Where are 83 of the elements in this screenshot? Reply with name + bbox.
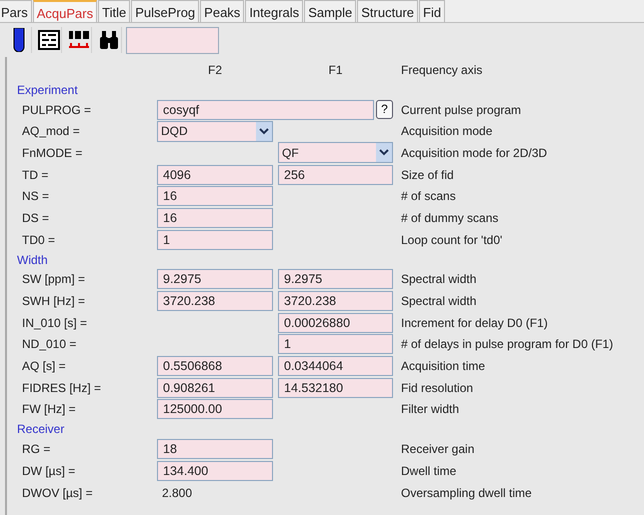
tab[interactable]: PulseProg: [131, 0, 200, 22]
toolbar-button[interactable]: [36, 27, 62, 53]
value-field[interactable]: 3720.238: [157, 291, 273, 312]
dropdown-value: QF: [282, 144, 299, 162]
tab[interactable]: Title: [98, 0, 130, 22]
chevron-down-icon: [259, 128, 269, 135]
parameter-label: DW [µs] =: [21, 462, 76, 480]
search-field[interactable]: [126, 26, 219, 54]
parameter-label: TD =: [21, 166, 50, 184]
parameter-description: Current pulse program: [401, 102, 522, 119]
tab[interactable]: Integrals: [245, 0, 304, 22]
column-header: F2: [206, 62, 223, 79]
tab[interactable]: Structure: [357, 0, 418, 22]
value-field[interactable]: cosyqf: [157, 100, 374, 120]
value-field[interactable]: 18: [157, 439, 273, 460]
parameter-label: AQ_mod =: [21, 123, 81, 140]
parameter-label: ND_010 =: [21, 336, 78, 354]
parameter-description: Acquisition mode for 2D/3D: [401, 144, 548, 162]
section-title: Width: [16, 252, 49, 268]
tab[interactable]: Sample: [304, 0, 356, 22]
parameter-label: SW [ppm] =: [21, 271, 86, 288]
value-field[interactable]: 9.2975: [157, 269, 273, 290]
tab[interactable]: Peaks: [200, 0, 244, 22]
value-field[interactable]: 14.532180: [278, 378, 393, 398]
value-field[interactable]: 16: [157, 186, 273, 206]
parameter-description: Oversampling dwell time: [401, 484, 533, 502]
tab[interactable]: Fid: [419, 0, 446, 22]
parameter-label: RG =: [21, 441, 52, 458]
parameter-description: # of scans: [401, 188, 457, 206]
column-header: Frequency axis: [401, 62, 484, 79]
parameter-description: Spectral width: [401, 271, 478, 288]
parameter-description: Loop count for 'td0': [401, 232, 504, 249]
parameter-description: # of delays in pulse program for D0 (F1): [401, 336, 614, 354]
value-field[interactable]: 256: [278, 164, 393, 185]
parameter-label: PULPROG =: [21, 102, 92, 119]
value-field[interactable]: 3720.238: [278, 291, 393, 312]
value-field[interactable]: 4096: [157, 164, 273, 185]
parameter-description: # of dummy scans: [401, 210, 500, 227]
parameter-label: TD0 =: [21, 232, 56, 249]
parameter-label: FnMODE =: [21, 144, 84, 162]
parameter-description: Filter width: [401, 401, 460, 418]
value-field[interactable]: 134.400: [157, 460, 273, 481]
tube-icon: [12, 28, 24, 52]
parameter-description: Increment for delay D0 (F1): [401, 314, 549, 332]
value-field[interactable]: 9.2975: [278, 269, 393, 290]
value-field[interactable]: 16: [157, 208, 273, 228]
dropdown[interactable]: QF: [278, 142, 393, 164]
chevron-down-icon: [379, 149, 389, 156]
value-field[interactable]: 1: [157, 230, 273, 250]
parameter-label: IN_010 [s] =: [21, 314, 88, 332]
tab[interactable]: Pars: [0, 0, 32, 22]
value-text: 2.800: [161, 484, 194, 502]
value-field[interactable]: 0.5506868: [157, 356, 273, 376]
parameter-label: AQ [s] =: [21, 358, 67, 376]
value-field[interactable]: 0.908261: [157, 378, 273, 398]
parameter-label: NS =: [21, 188, 50, 206]
section-title: Experiment: [16, 82, 79, 99]
list-icon: [38, 30, 60, 50]
parameter-description: Dwell time: [401, 462, 458, 480]
column-header: F1: [327, 62, 344, 79]
parameter-description: Receiver gain: [401, 441, 476, 458]
parameter-description: Spectral width: [401, 293, 478, 310]
toolbar-button[interactable]: [66, 27, 92, 53]
help-button[interactable]: ?: [376, 100, 393, 119]
binoculars-icon: [98, 30, 120, 50]
parameter-label: FIDRES [Hz] =: [21, 380, 102, 397]
parameter-description: Fid resolution: [401, 380, 474, 397]
value-field[interactable]: 1: [278, 334, 393, 354]
parameter-label: DS =: [21, 210, 50, 227]
parameter-description: Size of fid: [401, 166, 455, 184]
parameter-label: SWH [Hz] =: [21, 293, 86, 310]
value-field[interactable]: 0.0344064: [278, 356, 393, 376]
parameter-description: Acquisition time: [401, 358, 486, 376]
tab[interactable]: AcquPars: [32, 0, 98, 22]
value-field[interactable]: 0.00026880: [278, 312, 393, 333]
dropdown-value: DQD: [161, 123, 188, 140]
parameter-description: Acquisition mode: [401, 123, 494, 140]
value-field[interactable]: 125000.00: [157, 399, 273, 420]
parameter-label: DWOV [µs] =: [21, 484, 94, 502]
dropdown[interactable]: DQD: [157, 120, 273, 142]
parameter-label: FW [Hz] =: [21, 401, 77, 418]
section-title: Receiver: [16, 421, 66, 438]
numbers-icon: [66, 29, 90, 51]
